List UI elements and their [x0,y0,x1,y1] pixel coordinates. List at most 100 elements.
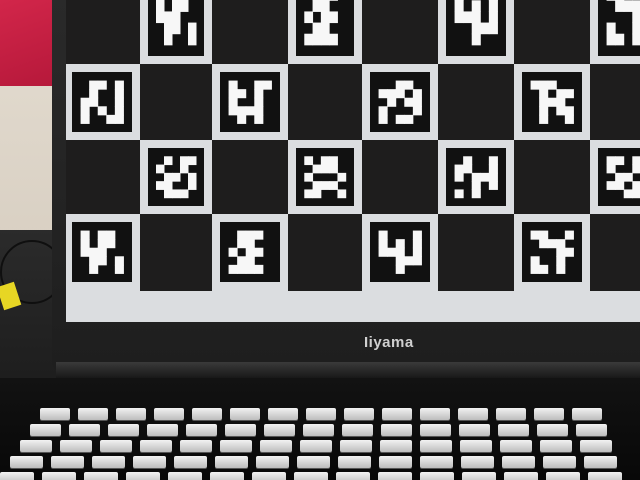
keyboard-key [126,472,160,480]
keyboard-key [576,424,607,436]
aruco-marker [370,72,430,132]
board-dark-square [212,140,289,215]
board-dark-square [590,214,640,291]
board-dark-square [362,140,439,215]
keyboard-key [220,440,252,452]
laptop-screen [66,0,640,322]
keyboard-key [225,424,256,436]
keyboard-key [462,472,496,480]
aruco-marker [370,222,430,282]
keyboard-key [297,456,330,468]
keyboard-key [42,472,76,480]
keyboard-key [10,456,43,468]
keyboard-key [342,424,373,436]
keyboard-key [116,408,146,420]
keyboard-key [100,440,132,452]
keyboard-key [0,472,34,480]
aruco-marker [72,72,132,132]
keyboard-key [78,408,108,420]
keyboard-key [498,424,529,436]
board-dark-square [362,0,439,65]
keyboard-key [584,456,617,468]
keyboard-key [260,440,292,452]
keyboard-key [256,456,289,468]
board-dark-square [438,64,515,141]
keyboard-key [147,424,178,436]
keyboard-key [338,456,371,468]
keyboard-key [420,472,454,480]
keyboard-key [230,408,260,420]
keyboard-key [500,440,532,452]
aruco-marker [522,222,582,282]
keyboard-key [303,424,334,436]
keyboard-key [537,424,568,436]
keyboard-key [540,440,572,452]
board-dark-square [438,214,515,291]
charuco-board [66,0,640,291]
keyboard-key [504,472,538,480]
keyboard-key [174,456,207,468]
keyboard-key [69,424,100,436]
aruco-marker [522,72,582,132]
aruco-marker [72,222,132,282]
keyboard-key [210,472,244,480]
keyboard-key [379,456,412,468]
keyboard-key [546,472,580,480]
aruco-marker [598,0,640,56]
aruco-marker [296,0,354,56]
keyboard-key [84,472,118,480]
keyboard-key [215,456,248,468]
board-dark-square [140,64,213,141]
aruco-marker [148,148,204,206]
keyboard-key [306,408,336,420]
keyboard-key [252,472,286,480]
aruco-marker [446,148,506,206]
board-dark-square [140,214,213,291]
keyboard-key [458,408,488,420]
keyboard-key [580,440,612,452]
aruco-marker [220,72,280,132]
keyboard-key [420,456,453,468]
board-dark-square [514,0,591,65]
keyboard-key [572,408,602,420]
keyboard-key [40,408,70,420]
board-dark-square [212,0,289,65]
keyboard-key [459,424,490,436]
keyboard-key [460,440,492,452]
keyboard-key [51,456,84,468]
keyboard-key [154,408,184,420]
laptop-brand-logo: Iiyama [364,334,414,351]
keyboard-key [378,472,412,480]
keyboard-key [300,440,332,452]
aruco-marker [598,148,640,206]
keyboard-key [264,424,295,436]
keyboard-key [180,440,212,452]
keyboard-key [420,424,451,436]
keyboard-key [382,408,412,420]
keyboard-key [420,408,450,420]
keyboard-key [534,408,564,420]
keyboard-key [133,456,166,468]
keyboard-key [461,456,494,468]
keyboard-key [336,472,370,480]
board-dark-square [66,140,141,215]
board-dark-square [288,64,363,141]
aruco-marker [296,148,354,206]
board-dark-square [66,0,141,65]
keyboard-key [380,440,412,452]
keyboard-key [92,456,125,468]
board-dark-square [288,214,363,291]
keyboard-key [496,408,526,420]
aruco-marker [148,0,204,56]
keyboard-key [344,408,374,420]
keyboard-key [381,424,412,436]
keyboard-key [543,456,576,468]
keyboard-key [20,440,52,452]
keyboard-key [186,424,217,436]
laptop-keyboard-deck [0,378,640,480]
keyboard-key [294,472,328,480]
keyboard-key [268,408,298,420]
keyboard-key [192,408,222,420]
board-dark-square [514,140,591,215]
keyboard-key [340,440,372,452]
